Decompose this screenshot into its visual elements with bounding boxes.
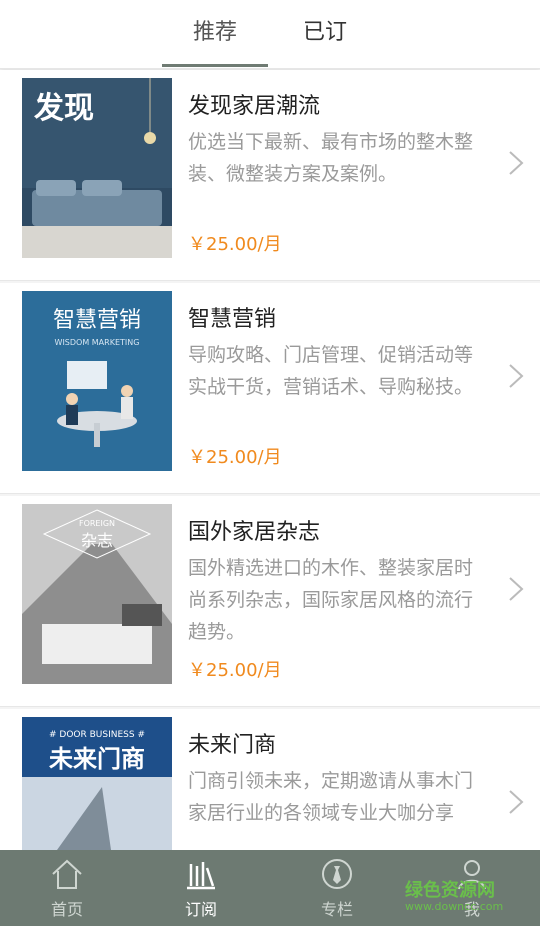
item-description: 导购攻略、门店管理、促销活动等实战干货，营销话术、导购秘技。 xyxy=(188,344,474,398)
watermark: 绿色资源网 www.downcc.com xyxy=(405,876,535,913)
chevron-right-icon xyxy=(509,364,524,388)
house-icon xyxy=(52,859,82,889)
tab-recommend[interactable]: 推荐 xyxy=(160,0,270,66)
cover-subtitle: # DOOR BUSINESS # xyxy=(49,730,145,740)
item-description: 门商引领未来，定期邀请从事木门家居行业的各领域专业大咖分享 xyxy=(188,770,474,824)
watermark-text: 绿色资源网 xyxy=(405,880,495,901)
nav-home[interactable]: 首页 xyxy=(7,850,127,926)
books-icon xyxy=(187,862,215,890)
nav-column[interactable]: 专栏 xyxy=(277,850,397,926)
nav-subscribe-label: 订阅 xyxy=(184,900,217,919)
item-description: 国外精选进口的木作、整装家居时尚系列杂志，国际家居风格的流行趋势。 xyxy=(188,557,474,643)
cover-subtitle: WISDOM MARKETING xyxy=(55,338,140,347)
cover-image: 发现 xyxy=(22,78,172,258)
list-item[interactable]: 发现 发现家居潮流 优选当下最新、最有市场的整木整装、微整装方案及案例。 ￥25… xyxy=(0,70,540,281)
chevron-right-icon xyxy=(509,151,524,175)
item-price: ￥25.00/月 xyxy=(188,660,282,681)
cover-subtitle: FOREIGN xyxy=(79,519,115,528)
watermark-url: www.downcc.com xyxy=(405,900,504,913)
list-item[interactable]: 智慧营销 WISDOM MARKETING 智慧营销 导购攻略、门店管理、促销活… xyxy=(0,283,540,494)
item-description: 优选当下最新、最有市场的整木整装、微整装方案及案例。 xyxy=(188,131,474,185)
item-title: 智慧营销 xyxy=(188,307,277,332)
cover-title: 未来门商 xyxy=(49,745,145,773)
item-title: 未来门商 xyxy=(188,733,277,758)
chevron-right-icon xyxy=(509,577,524,601)
nav-home-label: 首页 xyxy=(50,900,83,919)
cover-title: 杂志 xyxy=(81,531,113,550)
tie-icon xyxy=(322,859,352,889)
item-title: 国外家居杂志 xyxy=(188,520,321,545)
cover-title: 智慧营销 xyxy=(53,308,141,333)
cover-image: 智慧营销 WISDOM MARKETING xyxy=(22,291,172,471)
nav-subscribe[interactable]: 订阅 xyxy=(141,850,261,926)
active-tab-indicator xyxy=(162,64,268,67)
item-price: ￥25.00/月 xyxy=(188,234,282,255)
cover-title: 发现 xyxy=(33,91,94,126)
cover-image: FOREIGN 杂志 xyxy=(22,504,172,684)
chevron-right-icon xyxy=(509,790,524,814)
item-title: 发现家居潮流 xyxy=(188,94,321,119)
top-tab-bar: 推荐 已订 xyxy=(0,0,540,69)
nav-column-label: 专栏 xyxy=(320,900,353,919)
list-item[interactable]: FOREIGN 杂志 国外家居杂志 国外精选进口的木作、整装家居时尚系列杂志，国… xyxy=(0,496,540,707)
tab-subscribed[interactable]: 已订 xyxy=(270,0,380,66)
item-price: ￥25.00/月 xyxy=(188,447,282,468)
